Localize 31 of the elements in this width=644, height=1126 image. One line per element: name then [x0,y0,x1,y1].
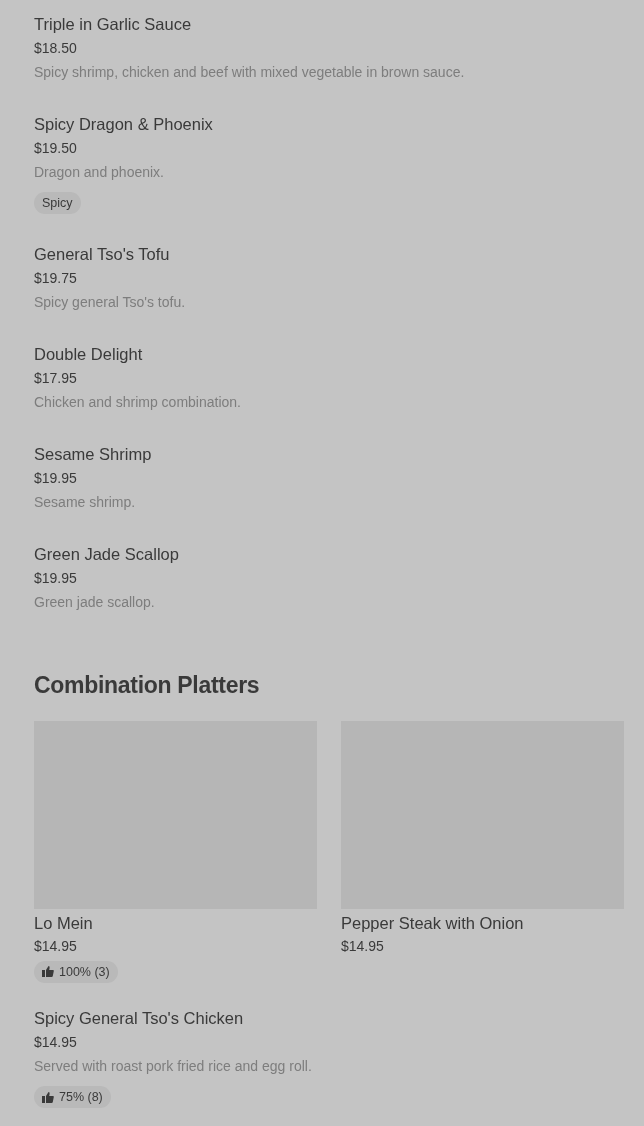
dish-name: Spicy Dragon & Phoenix [34,114,214,135]
rating-badge: 75% (8) [34,1086,111,1108]
dish-description: Green jade scallop. [34,593,156,612]
dish-description: Served with roast pork fried rice and egg roll. [34,1057,313,1076]
dish-description: Spicy general Tso's tofu. [34,293,187,312]
rating-badge: 100% (3) [34,960,118,983]
dish-description: Dragon and phoenix. [34,163,165,182]
tag-badge: Spicy [34,192,81,214]
dish-name: Sesame Shrimp [34,444,153,465]
dish-name: Triple in Garlic Sauce [34,14,193,35]
dish-price: $19.50 [34,139,78,158]
dish-name: General Tso's Tofu [34,244,171,265]
dish-name: Double Delight [34,344,144,365]
thumbs-up-icon [42,966,54,977]
dish-price: $14.95 [34,1033,78,1052]
dish-price: $19.75 [34,269,78,288]
dish-description: Spicy shrimp, chicken and beef with mixed vegetable in brown sauce. [34,63,466,82]
dish-price: $19.95 [34,569,78,588]
section-heading: Combination Platters [34,671,261,700]
dish-description: Sesame shrimp. [34,493,137,512]
thumbs-up-icon [42,1091,54,1103]
dish-price: $17.95 [34,369,78,388]
dish-name: Pepper Steak with Onion [341,912,525,934]
dish-name: Spicy General Tso's Chicken [34,1008,245,1029]
dish-price: $18.50 [34,39,78,58]
dish-name: Green Jade Scallop [34,544,180,565]
dish-price: $14.95 [34,936,78,956]
dish-price: $19.95 [34,469,78,488]
dish-price: $14.95 [341,936,385,956]
dish-description: Chicken and shrimp combination. [34,393,242,412]
dish-name: Lo Mein [34,912,94,934]
